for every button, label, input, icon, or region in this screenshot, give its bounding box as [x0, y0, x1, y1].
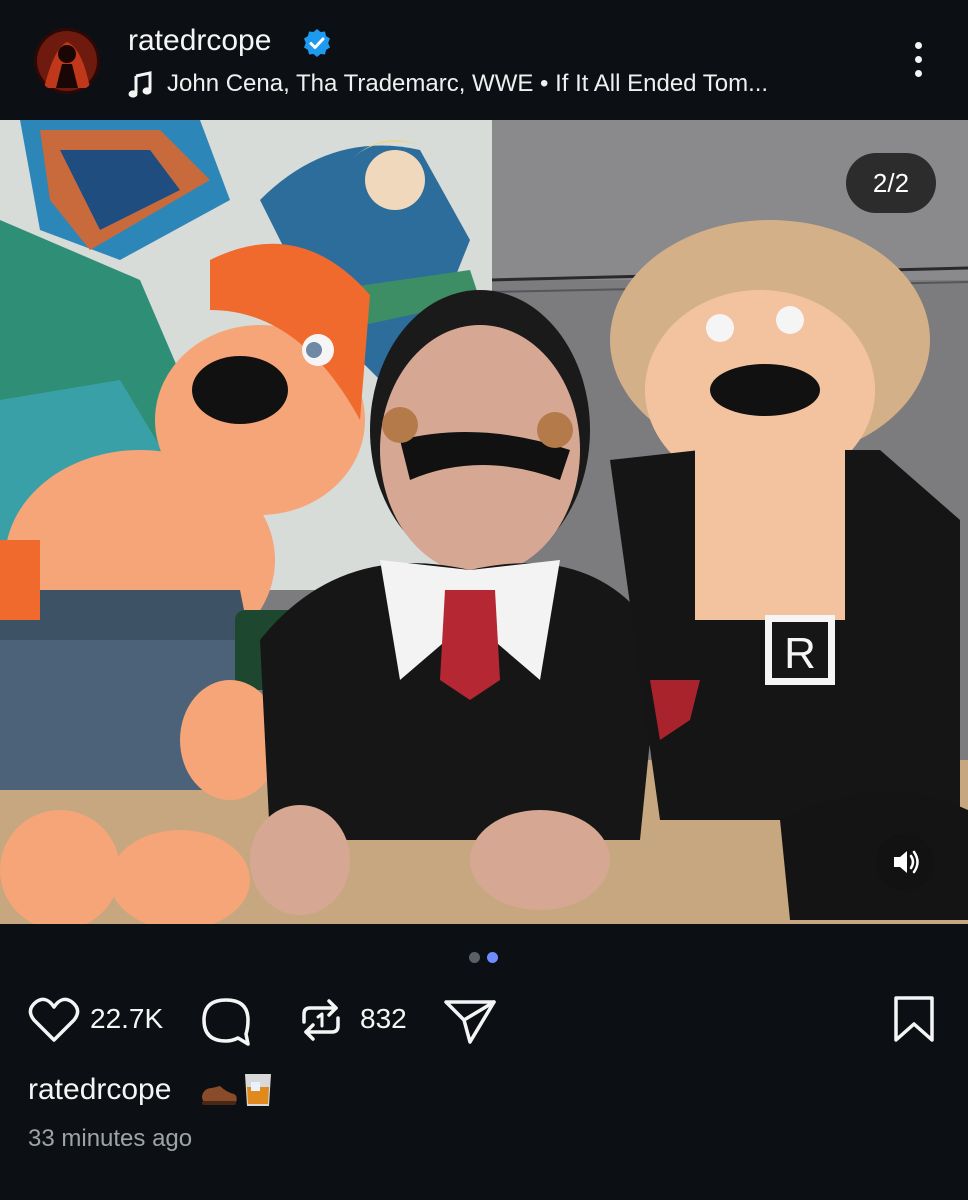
like-count[interactable]: 22.7K	[90, 1003, 163, 1035]
caption-username[interactable]: ratedrcope	[28, 1073, 171, 1107]
bookmark-icon[interactable]	[892, 994, 936, 1046]
avatar[interactable]	[34, 28, 100, 94]
repost-icon[interactable]	[298, 996, 344, 1044]
carousel-indicator	[466, 952, 506, 964]
sound-icon[interactable]	[876, 833, 934, 891]
post-timestamp: 33 minutes ago	[28, 1125, 193, 1152]
shoe-icon	[202, 1086, 237, 1105]
whiskey-glass-icon	[245, 1074, 271, 1106]
action-bar: 22.7K 832	[0, 990, 968, 1050]
audio-track[interactable]: John Cena, Tha Trademarc, WWE • If It Al…	[167, 70, 768, 98]
carousel-dot-1	[469, 952, 480, 963]
comment-icon[interactable]	[200, 996, 252, 1046]
media-counter: 2/2	[846, 153, 936, 213]
share-icon[interactable]	[442, 996, 498, 1046]
username[interactable]: ratedrcope	[128, 24, 271, 58]
carousel-dot-2	[487, 952, 498, 963]
repost-count[interactable]: 832	[360, 1003, 407, 1035]
heart-icon[interactable]	[28, 996, 80, 1044]
more-options-icon[interactable]	[906, 42, 930, 82]
post-header: ratedrcope John Cena, Tha Trademarc, WWE…	[0, 0, 968, 120]
svg-text:R: R	[784, 629, 816, 678]
verified-badge-icon	[304, 29, 330, 57]
music-note-icon	[128, 71, 152, 98]
post-image[interactable]: R	[0, 120, 968, 924]
